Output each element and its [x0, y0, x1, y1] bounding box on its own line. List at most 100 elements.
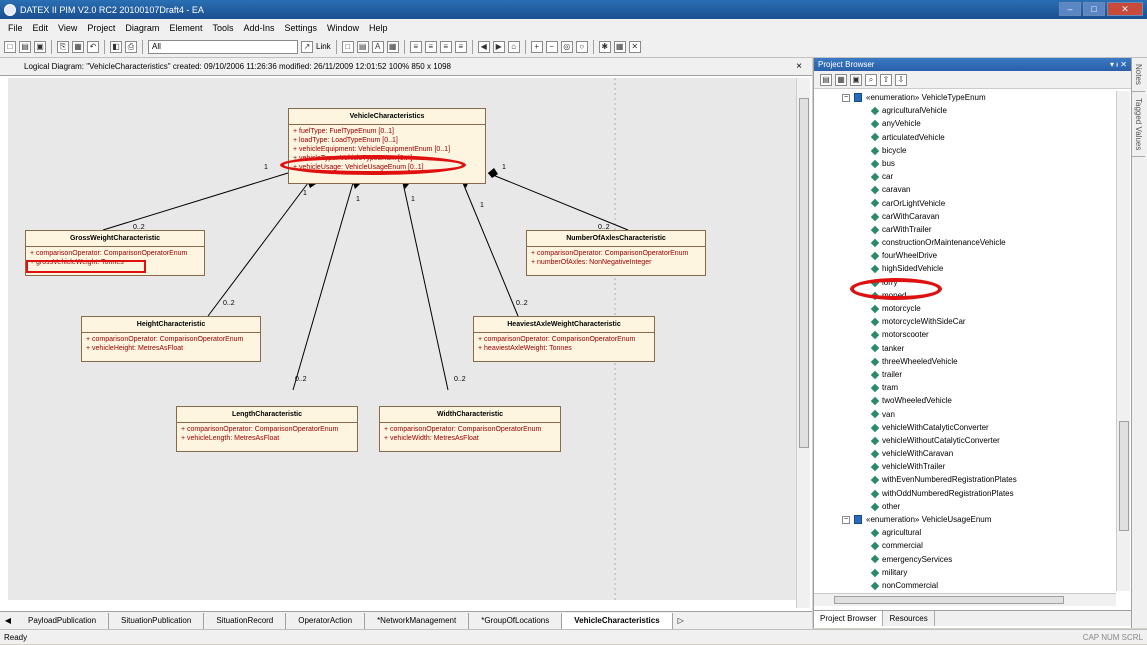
align-top-icon[interactable]: ≡	[439, 40, 452, 53]
panel-controls-icon[interactable]: ▾ ᵼ ✕	[1110, 58, 1127, 71]
move-up-icon[interactable]: ⇧	[880, 73, 892, 86]
tree-item-motorcycleWithSideCar[interactable]: motorcycleWithSideCar	[814, 315, 1114, 328]
tree-enum-vehicletype[interactable]: − «enumeration» VehicleTypeEnum	[814, 91, 1114, 104]
tree-item-commercial[interactable]: commercial	[814, 539, 1114, 552]
tab-left-arrow-icon[interactable]: ◀	[0, 616, 16, 625]
tab-group-of-locations[interactable]: *GroupOfLocations	[469, 612, 563, 629]
zoom-fit-icon[interactable]: ◎	[560, 40, 573, 53]
align-left-icon[interactable]: ≡	[409, 40, 422, 53]
menu-tools[interactable]: Tools	[212, 23, 233, 33]
zoom-out-icon[interactable]: −	[545, 40, 558, 53]
tree-item-tram[interactable]: tram	[814, 381, 1114, 394]
zoom-100-icon[interactable]: ○	[575, 40, 588, 53]
tree-item-twoWheeledVehicle[interactable]: twoWheeledVehicle	[814, 394, 1114, 407]
tree-item-car[interactable]: car	[814, 170, 1114, 183]
tree-item-emergencyServices[interactable]: emergencyServices	[814, 553, 1114, 566]
new-package-icon[interactable]: ▤	[820, 73, 832, 86]
diagram-vscroll[interactable]	[796, 78, 810, 608]
tree-item-caravan[interactable]: caravan	[814, 183, 1114, 196]
tree-item-withOddNumberedRegistrationPlates[interactable]: withOddNumberedRegistrationPlates	[814, 487, 1114, 500]
tree-item-carOrLightVehicle[interactable]: carOrLightVehicle	[814, 197, 1114, 210]
rect-icon[interactable]: □	[341, 40, 354, 53]
tab-operator-action[interactable]: OperatorAction	[286, 612, 366, 629]
tree-item-tanker[interactable]: tanker	[814, 342, 1114, 355]
class-height[interactable]: HeightCharacteristic + comparisonOperato…	[81, 316, 261, 362]
tree-item-vehicleWithCaravan[interactable]: vehicleWithCaravan	[814, 447, 1114, 460]
menu-project[interactable]: Project	[87, 23, 115, 33]
note-icon[interactable]: ▤	[356, 40, 369, 53]
class-heaviest-axle[interactable]: HeaviestAxleWeightCharacteristic + compa…	[473, 316, 655, 362]
tree-item-highSidedVehicle[interactable]: highSidedVehicle	[814, 262, 1114, 275]
tree-item-carWithTrailer[interactable]: carWithTrailer	[814, 223, 1114, 236]
back-icon[interactable]: ◀	[477, 40, 490, 53]
diagram-canvas[interactable]: 1 1 1 1 1 1 0..2 0..2 0..2 0..2 0..2 0..…	[8, 78, 796, 600]
align-right-icon[interactable]: ≡	[424, 40, 437, 53]
menu-help[interactable]: Help	[369, 23, 388, 33]
tree-item-fourWheelDrive[interactable]: fourWheelDrive	[814, 249, 1114, 262]
tree-item-vehicleWithCatalyticConverter[interactable]: vehicleWithCatalyticConverter	[814, 421, 1114, 434]
tree-item-bus[interactable]: bus	[814, 157, 1114, 170]
home-icon[interactable]: ⌂	[507, 40, 520, 53]
move-down-icon[interactable]: ⇩	[895, 73, 907, 86]
tab-situation-record[interactable]: SituationRecord	[204, 612, 287, 629]
side-tab-tagged-values[interactable]: Tagged Values	[1132, 92, 1145, 158]
tab-resources[interactable]: Resources	[883, 611, 935, 626]
menu-element[interactable]: Element	[169, 23, 202, 33]
tree-item-articulatedVehicle[interactable]: articulatedVehicle	[814, 131, 1114, 144]
menu-file[interactable]: File	[8, 23, 23, 33]
settings-icon[interactable]: ✱	[598, 40, 611, 53]
tree-item-vehicleWithTrailer[interactable]: vehicleWithTrailer	[814, 460, 1114, 473]
link-arrow-icon[interactable]: ↗	[301, 40, 313, 53]
properties-icon[interactable]: ▣	[850, 73, 862, 86]
open-icon[interactable]: ▤	[19, 40, 31, 53]
tree-item-military[interactable]: military	[814, 566, 1114, 579]
menu-view[interactable]: View	[58, 23, 77, 33]
boundary-icon[interactable]: ▦	[386, 40, 399, 53]
minimize-button[interactable]: –	[1059, 2, 1081, 16]
tab-network-management[interactable]: *NetworkManagement	[365, 612, 470, 629]
menu-window[interactable]: Window	[327, 23, 359, 33]
class-width[interactable]: WidthCharacteristic + comparisonOperator…	[379, 406, 561, 452]
undo-icon[interactable]: ↶	[87, 40, 99, 53]
filter-combo[interactable]: All	[148, 39, 298, 54]
tree-item-agriculturalVehicle[interactable]: agriculturalVehicle	[814, 104, 1114, 117]
menu-addins[interactable]: Add-Ins	[243, 23, 274, 33]
tree-enum-vehicleusage[interactable]: − «enumeration» VehicleUsageEnum	[814, 513, 1114, 526]
class-number-of-axles[interactable]: NumberOfAxlesCharacteristic + comparison…	[526, 230, 706, 276]
close-diagram-icon[interactable]: ×	[796, 58, 802, 76]
tree-item-motorcycle[interactable]: motorcycle	[814, 302, 1114, 315]
close-doc-icon[interactable]: ✕	[628, 40, 641, 53]
paste-icon[interactable]: ▦	[72, 40, 84, 53]
tree-item-withEvenNumberedRegistrationPlates[interactable]: withEvenNumberedRegistrationPlates	[814, 473, 1114, 486]
tree-vscroll[interactable]	[1116, 91, 1130, 591]
grid-icon[interactable]: ▦	[613, 40, 626, 53]
side-tab-notes[interactable]: Notes	[1132, 58, 1145, 92]
tab-vehicle-characteristics[interactable]: VehicleCharacteristics	[562, 612, 673, 629]
tree-item-other[interactable]: other	[814, 500, 1114, 513]
class-length[interactable]: LengthCharacteristic + comparisonOperato…	[176, 406, 358, 452]
print-icon[interactable]: ⎙	[125, 40, 137, 53]
tree-item-vehicleWithoutCatalyticConverter[interactable]: vehicleWithoutCatalyticConverter	[814, 434, 1114, 447]
tree-item-nonCommercial[interactable]: nonCommercial	[814, 579, 1114, 591]
new-diagram-icon[interactable]: ▦	[835, 73, 847, 86]
tree-item-trailer[interactable]: trailer	[814, 368, 1114, 381]
tab-right-arrow-icon[interactable]: ▷	[673, 616, 689, 625]
save-icon[interactable]: ▣	[34, 40, 46, 53]
menu-settings[interactable]: Settings	[285, 23, 318, 33]
tree-hscroll[interactable]	[814, 593, 1116, 606]
zoom-in-icon[interactable]: +	[530, 40, 543, 53]
tree-item-carWithCaravan[interactable]: carWithCaravan	[814, 210, 1114, 223]
close-button[interactable]: ✕	[1107, 2, 1143, 16]
menu-diagram[interactable]: Diagram	[125, 23, 159, 33]
link-label[interactable]: Link	[316, 42, 331, 51]
tree-item-anyVehicle[interactable]: anyVehicle	[814, 117, 1114, 130]
tree-item-bicycle[interactable]: bicycle	[814, 144, 1114, 157]
find-icon[interactable]: ⌕	[865, 73, 877, 86]
tree-item-constructionOrMaintenanceVehicle[interactable]: constructionOrMaintenanceVehicle	[814, 236, 1114, 249]
menu-edit[interactable]: Edit	[33, 23, 49, 33]
copy-icon[interactable]: ⎘	[57, 40, 69, 53]
maximize-button[interactable]: □	[1083, 2, 1105, 16]
new-icon[interactable]: □	[4, 40, 16, 53]
tab-situation-publication[interactable]: SituationPublication	[109, 612, 205, 629]
forward-icon[interactable]: ▶	[492, 40, 505, 53]
